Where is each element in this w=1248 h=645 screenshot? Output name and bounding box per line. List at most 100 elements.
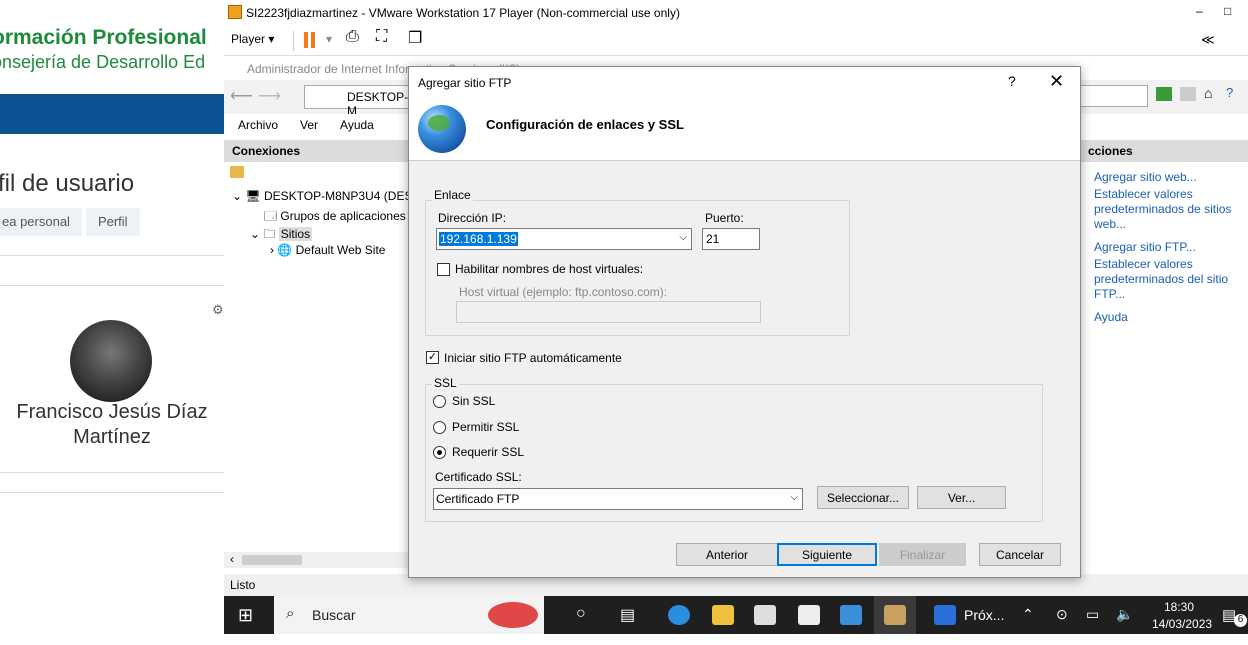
chevron-down-icon[interactable]: ▾ [326,32,332,46]
ip-label: Dirección IP: [438,211,507,225]
action-ftp-defaults[interactable]: Establecer valores predeterminados del s… [1094,257,1244,302]
cancel-button[interactable]: Cancelar [979,543,1061,566]
app-label[interactable]: Próx... [964,607,1004,645]
tree-node-default-site[interactable]: › 🌐 Default Web Site [270,243,385,257]
cert-select[interactable]: Certificado FTP ⌵ [433,488,803,510]
menu-ver[interactable]: Ver [286,114,326,138]
dialog-title: Agregar sitio FTP [418,76,512,90]
select-cert-button[interactable]: Seleccionar... [817,486,909,509]
clock-date[interactable]: 14/03/2023 [1152,617,1212,631]
tree-node-server[interactable]: ⌄ 🖥 DESKTOP-M8NP3U4 (DESK [232,189,420,203]
player-menu-label: Player [231,32,266,46]
help-button[interactable]: ? [1008,73,1016,89]
mail-icon[interactable] [798,605,820,625]
refresh-icon[interactable] [1156,87,1172,101]
virtual-host-label: Host virtual (ejemplo: ftp.contoso.com): [459,285,668,299]
clock-time[interactable]: 18:30 [1164,600,1194,614]
app-icon[interactable] [840,605,862,625]
ssl-require-radio[interactable] [433,446,446,459]
pause-icon[interactable] [304,32,308,48]
virtual-host-checkbox[interactable] [437,263,450,276]
folder-icon: 🗀 [263,227,276,241]
forward-arrow-icon[interactable]: ⟶ [258,86,281,106]
ssl-allow-label: Permitir SSL [452,420,520,434]
tray-icon[interactable]: ⊙ [1056,606,1068,644]
file-explorer-icon[interactable] [712,605,734,625]
notification-badge: 6 [1234,614,1247,627]
divider [0,255,224,256]
volume-icon[interactable]: 🔈 [1116,606,1133,644]
virtual-host-check-label: Habilitar nombres de host virtuales: [455,262,644,276]
autostart-label: Iniciar sitio FTP automáticamente [444,351,622,365]
document-icon[interactable] [934,605,956,625]
cert-value: Certificado FTP [436,492,520,506]
pie-icon [488,602,538,628]
network-icon[interactable]: ▭ [1086,606,1099,644]
vmware-window-title: SI2223fjdiazmartinez - VMware Workstatio… [246,6,680,20]
address-field[interactable]: DESKTOP-M [304,85,412,118]
user-name: Francisco Jesús Díaz Martínez [16,401,208,448]
address-field-tail [1080,85,1148,107]
chevron-up-icon[interactable]: ⌃ [1022,606,1034,644]
action-help[interactable]: Ayuda [1094,310,1244,325]
menu-ayuda[interactable]: Ayuda [326,114,382,138]
home-icon[interactable]: ⌂ [1204,85,1212,101]
back-button[interactable]: Anterior [676,543,778,566]
store-icon[interactable] [754,605,776,625]
port-input[interactable]: 21 [702,228,760,250]
fullscreen-icon[interactable]: ⛶ [376,28,387,46]
autostart-checkbox[interactable]: ✓ [426,351,439,364]
default-site-label: Default Web Site [295,243,386,257]
brand-title: ormación Profesional [0,26,207,49]
edge-icon[interactable] [668,605,690,625]
actions-header: cciones [1080,140,1248,162]
player-menu[interactable]: Player ▾ [231,32,274,46]
collapse-icon[interactable]: ≪ [1201,32,1215,48]
close-icon[interactable]: ✕ [1049,71,1064,92]
breadcrumb: ea personal Perfil [0,208,144,236]
ssl-none-radio[interactable] [433,395,446,408]
stop-icon[interactable] [1180,87,1196,101]
menu-archivo[interactable]: Archivo [224,114,286,138]
breadcrumb-item[interactable]: ea personal [0,208,82,236]
next-button[interactable]: Siguiente [777,543,877,566]
unity-icon[interactable]: ❐ [408,28,422,48]
search-box[interactable]: ⌕ Buscar [274,596,544,634]
breadcrumb-item[interactable]: Perfil [85,208,140,236]
action-add-website[interactable]: Agregar sitio web... [1094,170,1244,185]
vmware-toolbar: Player ▾ ▾ ⎙ ⛶ ❐ ≪ [224,26,1248,56]
widgets-icon[interactable]: ▤ [620,605,635,643]
new-connection-icon[interactable] [230,166,244,178]
sites-label: Sitios [278,227,313,241]
windows-start-icon[interactable]: ⊞ [238,605,253,643]
ssl-require-label: Requerir SSL [452,445,525,459]
minimize-button[interactable]: – [1196,4,1203,18]
divider [0,472,224,473]
action-website-defaults[interactable]: Establecer valores predeterminados de si… [1094,187,1244,232]
send-keys-icon[interactable]: ⎙ [346,28,359,46]
back-arrow-icon[interactable]: ⟵ [230,86,253,106]
connections-tree: ⌄ 🖥 DESKTOP-M8NP3U4 (DESK 🗔 Grupos de ap… [224,162,420,568]
finish-button[interactable]: Finalizar [879,543,966,566]
ssl-allow-radio[interactable] [433,421,446,434]
search-placeholder: Buscar [312,607,356,623]
ip-address-select[interactable]: 192.168.1.139 ⌵ [436,228,692,250]
iis-taskbar-icon[interactable] [884,605,906,625]
maximize-button[interactable]: □ [1224,4,1231,18]
binding-group-label: Enlace [432,188,473,202]
pause-icon-bar [311,32,315,48]
search-icon: ⌕ [286,605,295,622]
task-view-icon[interactable]: ○ [576,605,586,643]
globe-icon: 🌐 [277,243,293,257]
virtual-host-input[interactable] [456,301,761,323]
view-cert-button[interactable]: Ver... [917,486,1006,509]
horizontal-scrollbar[interactable]: ‹ [224,552,410,568]
ssl-group-label: SSL [432,376,459,390]
action-add-ftp-site[interactable]: Agregar sitio FTP... [1094,240,1244,255]
divider [0,492,224,493]
taskbar: ⊞ ⌕ Buscar ○ ▤ Próx... ⌃ ⊙ ▭ 🔈 18:30 14/… [224,596,1248,634]
gear-icon[interactable]: ⚙ [212,302,224,318]
connections-header: Conexiones [224,140,410,162]
nav-bar [0,94,224,134]
help-icon[interactable]: ? [1226,85,1233,100]
